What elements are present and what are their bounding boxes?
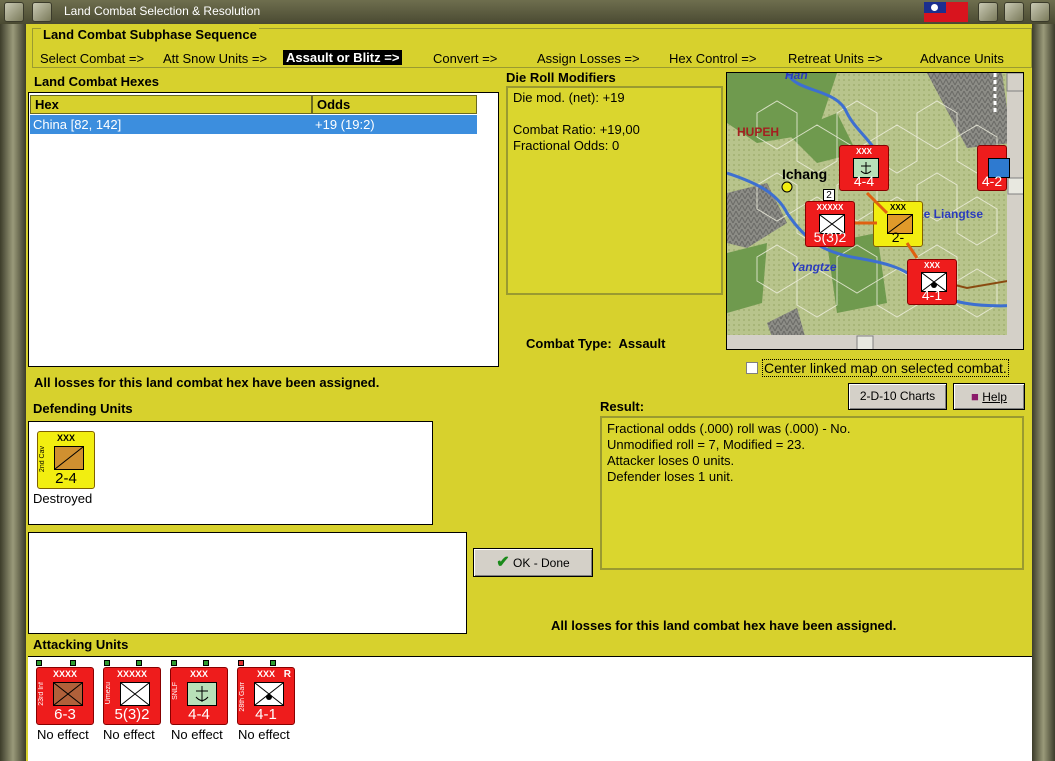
unit-strength: 5(3)2 (114, 706, 150, 723)
unit-status: No effect (37, 727, 89, 742)
right-frame (1032, 24, 1055, 761)
left-frame (0, 24, 26, 761)
supply-indicator-icon (270, 660, 276, 666)
unit-strength: 4-1 (255, 706, 277, 723)
unit-name: 2nd Cav (39, 446, 46, 473)
unit-size: XXX (56, 433, 75, 443)
supply-indicator-icon (171, 660, 177, 666)
step-retreat-units: Retreat Units => (788, 51, 883, 66)
linked-map[interactable]: Han HUPEH Ichang Yangtze ke Liangtse 2 X… (726, 72, 1024, 350)
window-title: Land Combat Selection & Resolution (64, 4, 261, 18)
unit-name: SNLF (172, 682, 179, 700)
modifier-spacer (513, 106, 716, 122)
die-roll-modifiers-box: Die mod. (net): +19 Combat Ratio: +19,00… (506, 86, 723, 295)
minimize-icon[interactable] (978, 2, 998, 22)
hex-cell: China [82, 142] (33, 117, 122, 132)
unit-size: XXXX (52, 669, 77, 679)
help-button[interactable]: ■ Help (953, 383, 1025, 410)
step-assault-or-blitz-active: Assault or Blitz => (283, 50, 403, 65)
maximize-icon[interactable] (1004, 2, 1024, 22)
step-select-combat: Select Combat => (40, 51, 145, 66)
step-advance-units: Advance Units (920, 51, 1004, 66)
secondary-list[interactable] (28, 532, 467, 634)
close-icon[interactable] (1030, 2, 1050, 22)
step-convert: Convert => (433, 51, 498, 66)
supply-indicator-icon (104, 660, 110, 666)
infantry-icon (120, 682, 150, 706)
attacking-unit-counter[interactable]: XXXX 23rd Inf 6-3 (36, 667, 94, 725)
ok-done-label: OK - Done (513, 556, 570, 570)
checkmark-icon: ✔ (496, 554, 510, 571)
losses-status-bottom: All losses for this land combat hex have… (551, 618, 897, 633)
attacking-units-list[interactable]: XXXX 23rd Inf 6-3 No effect XXXXX Umezu … (28, 656, 1032, 761)
help-button-label: Help (982, 390, 1007, 404)
help-book-icon: ■ (971, 389, 979, 404)
unit-status: No effect (103, 727, 155, 742)
result-line: Defender loses 1 unit. (607, 469, 734, 484)
subphase-title: Land Combat Subphase Sequence (41, 27, 259, 42)
hex-table[interactable]: Hex Odds China [82, 142] +19 (19:2) (28, 92, 499, 367)
combat-type-label: Combat Type: (526, 336, 612, 351)
center-map-checkbox[interactable] (746, 362, 758, 374)
unit-status: No effect (171, 727, 223, 742)
window-menu-icon[interactable] (4, 2, 24, 22)
modifier-line: Die mod. (net): +19 (513, 90, 625, 105)
unit-name: 23rd Inf (38, 682, 45, 706)
odds-cell: +19 (19:2) (315, 117, 375, 132)
defending-unit-counter[interactable]: XXX 2nd Cav 2-4 (37, 431, 95, 489)
attacking-unit-counter[interactable]: XXXXX Umezu 5(3)2 (103, 667, 161, 725)
modifier-line: Fractional Odds: 0 (513, 138, 620, 153)
result-line: Unmodified roll = 7, Modified = 23. (607, 437, 805, 452)
supply-indicator-icon (203, 660, 209, 666)
nationality-flag-icon (924, 2, 968, 22)
table-row[interactable]: China [82, 142] +19 (19:2) (30, 115, 477, 134)
supply-indicator-icon (238, 660, 244, 666)
attack-arrows (855, 191, 919, 259)
ok-done-button[interactable]: ✔ OK - Done (473, 548, 593, 577)
flag-canton (924, 2, 946, 13)
result-line: Fractional odds (.000) roll was (.000) -… (607, 421, 851, 436)
reserve-marker: R (283, 669, 291, 680)
defending-units-label: Defending Units (33, 401, 133, 416)
attacking-unit-counter[interactable]: XXX R 28th Garr 4-1 (237, 667, 295, 725)
step-assign-losses: Assign Losses => (537, 51, 640, 66)
defending-units-list[interactable]: XXX 2nd Cav 2-4 Destroyed (28, 421, 433, 525)
naval-infantry-icon (187, 682, 217, 706)
unit-strength: 4-4 (188, 706, 210, 723)
unit-name: Umezu (105, 682, 112, 705)
supply-indicator-icon (70, 660, 76, 666)
combat-type: Combat Type: Assault (526, 336, 665, 351)
unit-status: Destroyed (33, 491, 93, 506)
step-att-snow-units: Att Snow Units => (163, 51, 268, 66)
step-hex-control: Hex Control => (669, 51, 757, 66)
losses-status-top: All losses for this land combat hex have… (34, 375, 380, 390)
infantry-icon (53, 682, 83, 706)
die-roll-modifiers-label: Die Roll Modifiers (506, 70, 616, 85)
result-box: Fractional odds (.000) roll was (.000) -… (600, 416, 1024, 570)
cavalry-icon (54, 446, 84, 470)
unit-strength: 2-4 (55, 470, 77, 487)
window-ornament-icon (32, 2, 52, 22)
charts-button[interactable]: 2-D-10 Charts (848, 383, 947, 410)
column-header-hex[interactable]: Hex (30, 95, 312, 114)
garrison-icon (254, 682, 284, 706)
attacking-unit-counter[interactable]: XXX SNLF 4-4 (170, 667, 228, 725)
flag-sun-icon (931, 4, 938, 11)
modifier-line: Combat Ratio: +19,00 (513, 122, 640, 137)
supply-indicator-icon (136, 660, 142, 666)
supply-indicator-icon (36, 660, 42, 666)
unit-status: No effect (238, 727, 290, 742)
combat-type-value: Assault (618, 336, 666, 351)
attacking-units-label: Attacking Units (33, 637, 129, 652)
center-map-label[interactable]: Center linked map on selected combat. (762, 359, 1009, 377)
column-header-odds[interactable]: Odds (312, 95, 477, 114)
land-combat-hexes-label: Land Combat Hexes (34, 74, 159, 89)
unit-strength: 6-3 (54, 706, 76, 723)
unit-size: XXX (189, 669, 208, 679)
result-label: Result: (600, 399, 645, 414)
result-line: Attacker loses 0 units. (607, 453, 735, 468)
unit-size: XXXXX (116, 669, 147, 679)
